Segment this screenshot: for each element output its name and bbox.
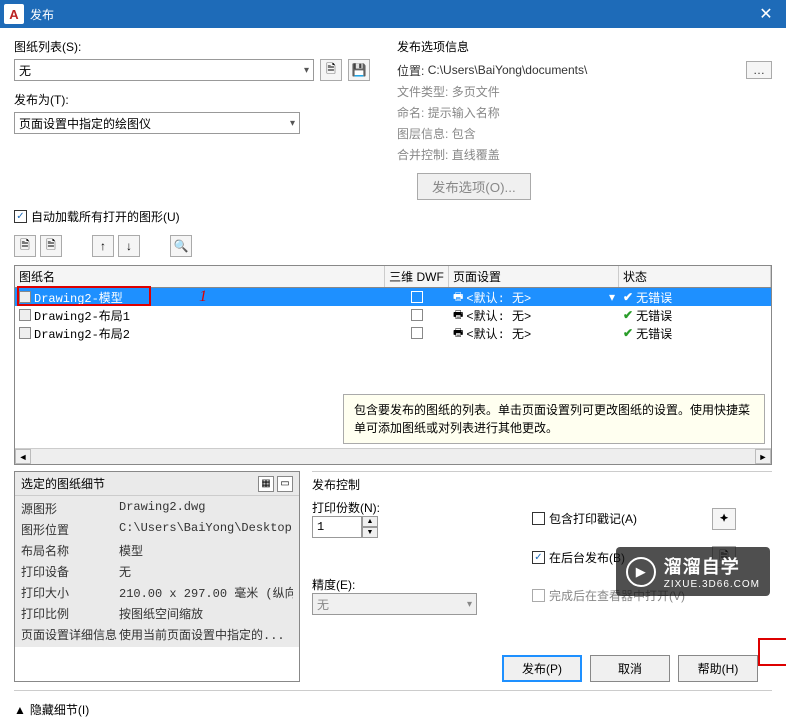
sheet-list-select[interactable]: 无 xyxy=(14,59,314,81)
app-logo-icon: A xyxy=(4,4,24,24)
page-setup-icon: 🖶 xyxy=(453,324,463,343)
copies-input[interactable]: 1 xyxy=(312,516,362,538)
page-setup-icon: 🖶 xyxy=(453,306,463,325)
detail-row: 页面设置详细信息使用当前页面设置中指定的... xyxy=(15,624,299,645)
autoload-checkbox[interactable]: ✓ 自动加载所有打开的图形(U) xyxy=(14,208,772,225)
horizontal-scrollbar[interactable]: ◄ ► xyxy=(15,448,771,464)
title-bar: A 发布 ✕ xyxy=(0,0,786,28)
publish-control: 发布控制 打印份数(N): 1 ▲ ▼ ✓ 包含打印戳记(A) xyxy=(312,471,772,682)
publish-as-select[interactable]: 页面设置中指定的绘图仪 xyxy=(14,112,300,134)
ok-icon: ✔ xyxy=(623,326,633,341)
annotation-number-1: 1 xyxy=(199,288,207,306)
detail-row: 布局名称模型 xyxy=(15,540,299,561)
publish-control-title: 发布控制 xyxy=(312,476,772,493)
info-naming: 命名: 提示输入名称 xyxy=(397,104,772,121)
table-row[interactable]: Drawing2-布局2🖶<默认: 无>✔无错误 xyxy=(15,324,771,342)
help-button[interactable]: 帮助(H) xyxy=(678,655,758,682)
sheet-table: 图纸名 三维 DWF 页面设置 状态 Drawing2-模型🖶<默认: 无>▾✔… xyxy=(14,265,772,465)
info-filetype: 文件类型: 多页文件 xyxy=(397,83,772,100)
copies-down-icon[interactable]: ▼ xyxy=(362,527,378,538)
background-settings-icon[interactable]: 🗎 xyxy=(712,546,736,568)
close-icon[interactable]: ✕ xyxy=(746,0,786,28)
include-stamp-checkbox[interactable]: ✓ 包含打印戳记(A) xyxy=(532,510,692,527)
page-setup-icon: 🖶 xyxy=(453,288,463,307)
preview-icon[interactable]: 🔍 xyxy=(170,235,192,257)
add-sheet-icon[interactable]: 🗎 xyxy=(14,235,36,257)
table-row[interactable]: Drawing2-模型🖶<默认: 无>▾✔无错误 xyxy=(15,288,771,306)
sheet-toolbar: 🗎 🗎 ↑ ↓ 🔍 xyxy=(14,235,772,257)
info-layer: 图层信息: 包含 xyxy=(397,125,772,142)
publish-as-label: 发布为(T): xyxy=(14,91,379,108)
remove-sheet-icon[interactable]: 🗎 xyxy=(40,235,62,257)
precision-label: 精度(E): xyxy=(312,576,512,593)
check-icon: ✓ xyxy=(14,210,27,223)
precision-select[interactable]: 无 xyxy=(312,593,477,615)
col-dwf[interactable]: 三维 DWF xyxy=(385,266,449,287)
background-publish-checkbox[interactable]: ✓ 在后台发布(B) xyxy=(532,549,692,566)
details-title: 选定的图纸细节 xyxy=(21,475,105,492)
move-down-icon[interactable]: ↓ xyxy=(118,235,140,257)
copies-label: 打印份数(N): xyxy=(312,499,512,516)
info-merge: 合并控制: 直线覆盖 xyxy=(397,146,772,163)
cancel-button[interactable]: 取消 xyxy=(590,655,670,682)
details-panel: 选定的图纸细节 ▦ ▭ 源图形Drawing2.dwg图形位置C:\Users\… xyxy=(14,471,300,682)
details-view-icon[interactable]: ▦ xyxy=(258,476,274,492)
detail-row: 打印比例按图纸空间缩放 xyxy=(15,603,299,624)
sheet-icon xyxy=(19,309,31,321)
save-icon[interactable]: 💾 xyxy=(348,59,370,81)
publish-options-button[interactable]: 发布选项(O)... xyxy=(417,173,531,200)
publish-button[interactable]: 发布(P) xyxy=(502,655,582,682)
col-name[interactable]: 图纸名 xyxy=(15,266,385,287)
info-location: 位置: C:\Users\BaiYong\documents\ … xyxy=(397,61,772,79)
ok-icon: ✔ xyxy=(623,290,633,305)
info-title: 发布选项信息 xyxy=(397,38,772,55)
unchecked-icon: ✓ xyxy=(532,512,545,525)
detail-row: 源图形Drawing2.dwg xyxy=(15,498,299,519)
browse-button[interactable]: … xyxy=(746,61,772,79)
import-icon[interactable]: 🗎 xyxy=(320,59,342,81)
ok-icon: ✔ xyxy=(623,308,633,323)
tooltip: 包含要发布的图纸的列表。单击页面设置列可更改图纸的设置。使用快捷菜单可添加图纸或… xyxy=(343,394,765,444)
col-state[interactable]: 状态 xyxy=(619,266,771,287)
unchecked-icon: ✓ xyxy=(532,589,545,602)
details-collapse-icon[interactable]: ▭ xyxy=(277,476,293,492)
move-up-icon[interactable]: ↑ xyxy=(92,235,114,257)
sheet-list-label: 图纸列表(S): xyxy=(14,38,379,55)
col-page[interactable]: 页面设置 xyxy=(449,266,619,287)
detail-row: 打印设备无 xyxy=(15,561,299,582)
triangle-up-icon: ▲ xyxy=(14,703,26,717)
scroll-left-icon[interactable]: ◄ xyxy=(15,449,31,464)
open-viewer-checkbox: ✓ 完成后在查看器中打开(V) xyxy=(532,587,692,604)
hide-details-toggle[interactable]: ▲ 隐藏细节(I) xyxy=(14,701,89,718)
sheet-icon xyxy=(19,291,31,303)
check-icon: ✓ xyxy=(532,551,545,564)
scroll-right-icon[interactable]: ► xyxy=(755,449,771,464)
stamp-settings-icon[interactable]: 🟆 xyxy=(712,508,736,530)
sheet-icon xyxy=(19,327,31,339)
table-row[interactable]: Drawing2-布局1🖶<默认: 无>✔无错误 xyxy=(15,306,771,324)
window-title: 发布 xyxy=(30,6,54,23)
detail-row: 图形位置C:\Users\BaiYong\Desktop xyxy=(15,519,299,540)
detail-row: 打印大小210.00 x 297.00 毫米 (纵向) xyxy=(15,582,299,603)
copies-up-icon[interactable]: ▲ xyxy=(362,516,378,527)
